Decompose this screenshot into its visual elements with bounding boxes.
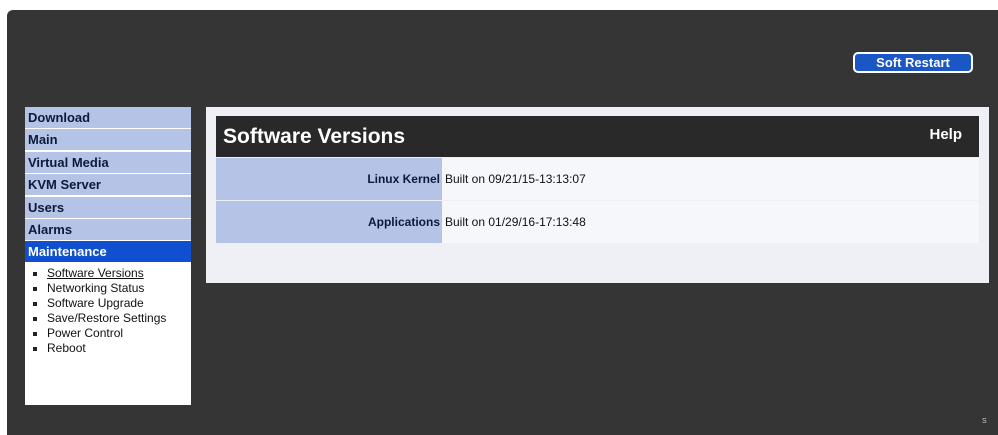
- sidebar-item-maintenance[interactable]: Maintenance: [25, 241, 191, 264]
- sidebar-item-virtual-media[interactable]: Virtual Media: [25, 151, 191, 174]
- sidebar-item-alarms[interactable]: Alarms: [25, 218, 191, 241]
- submenu-item-software-upgrade[interactable]: Software Upgrade: [25, 296, 191, 311]
- maintenance-submenu: Software Versions Networking Status Soft…: [25, 266, 191, 356]
- submenu-item-label: Power Control: [47, 326, 124, 341]
- versions-table: Linux Kernel Built on 09/21/15-13:13:07 …: [216, 158, 979, 244]
- submenu-item-label: Software Versions: [47, 266, 144, 281]
- submenu-item-label: Software Upgrade: [47, 296, 144, 311]
- sidebar-item-main[interactable]: Main: [25, 129, 191, 152]
- corner-mark: S: [982, 418, 987, 425]
- row-value-linux-kernel: Built on 09/21/15-13:13:07: [442, 158, 979, 200]
- bullet-icon: [33, 316, 37, 321]
- submenu-item-label: Save/Restore Settings: [47, 311, 167, 326]
- row-label-linux-kernel: Linux Kernel: [216, 158, 442, 200]
- bullet-icon: [33, 331, 37, 336]
- submenu-item-power-control[interactable]: Power Control: [25, 326, 191, 341]
- table-row: Linux Kernel Built on 09/21/15-13:13:07: [216, 158, 979, 200]
- submenu-item-software-versions[interactable]: Software Versions: [25, 266, 191, 281]
- submenu-item-label: Networking Status: [47, 281, 145, 296]
- page-title: Software Versions: [223, 125, 406, 148]
- bullet-icon: [33, 301, 37, 306]
- submenu-item-label: Reboot: [47, 341, 86, 356]
- sidebar-item-download[interactable]: Download: [25, 107, 191, 129]
- bullet-icon: [33, 346, 37, 351]
- help-link[interactable]: Help: [929, 126, 962, 143]
- submenu-item-save-restore-settings[interactable]: Save/Restore Settings: [25, 311, 191, 326]
- table-row: Applications Built on 01/29/16-17:13:48: [216, 201, 979, 243]
- submenu-item-networking-status[interactable]: Networking Status: [25, 281, 191, 296]
- submenu-item-reboot[interactable]: Reboot: [25, 341, 191, 356]
- sidebar-nav: Download Main Virtual Media KVM Server U…: [25, 107, 191, 405]
- sidebar-item-users[interactable]: Users: [25, 196, 191, 219]
- row-label-applications: Applications: [216, 201, 442, 243]
- page-title-bar: Software Versions Help: [216, 116, 979, 157]
- bullet-icon: [33, 286, 37, 291]
- row-value-applications: Built on 01/29/16-17:13:48: [442, 201, 979, 243]
- sidebar-item-kvm-server[interactable]: KVM Server: [25, 174, 191, 197]
- bullet-icon: [33, 271, 37, 276]
- main-panel: Software Versions Help Linux Kernel Buil…: [206, 107, 989, 283]
- soft-restart-button[interactable]: Soft Restart: [853, 52, 973, 73]
